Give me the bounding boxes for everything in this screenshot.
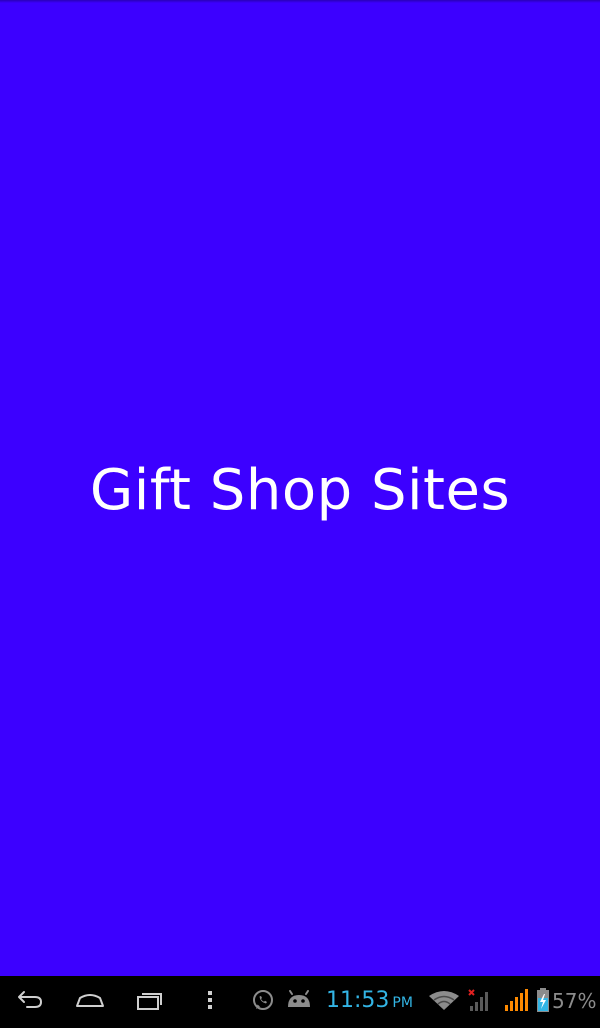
menu-button[interactable] bbox=[186, 976, 234, 1024]
app-screen: Gift Shop Sites bbox=[0, 0, 600, 976]
clock-ampm: PM bbox=[392, 995, 413, 1011]
signal-sim2 bbox=[502, 976, 530, 1024]
android-notification[interactable] bbox=[284, 976, 314, 1024]
whatsapp-icon bbox=[253, 990, 273, 1010]
signal-full-icon bbox=[505, 989, 528, 1011]
back-icon bbox=[18, 991, 42, 1008]
splash-title: Gift Shop Sites bbox=[89, 458, 511, 523]
signal-sim1 bbox=[466, 976, 494, 1024]
home-icon bbox=[76, 994, 104, 1007]
system-bar: 11:53 PM 57% bbox=[0, 976, 600, 1024]
android-debug-icon bbox=[288, 990, 310, 1007]
battery-status bbox=[534, 976, 552, 1024]
signal-no-service-icon bbox=[468, 989, 488, 1011]
recent-apps-icon bbox=[137, 993, 162, 1010]
recent-apps-button[interactable] bbox=[126, 976, 174, 1024]
whatsapp-notification[interactable] bbox=[250, 976, 276, 1024]
home-button[interactable] bbox=[66, 976, 114, 1024]
menu-overflow-icon bbox=[208, 991, 212, 1009]
status-shadow bbox=[0, 0, 600, 3]
battery-percent: 57% bbox=[552, 989, 597, 1013]
back-button[interactable] bbox=[6, 976, 54, 1024]
battery-charging-icon bbox=[537, 988, 549, 1012]
wifi-icon bbox=[429, 991, 459, 1010]
clock[interactable]: 11:53 PM bbox=[326, 976, 413, 1024]
clock-time: 11:53 bbox=[326, 988, 390, 1013]
wifi-status bbox=[428, 976, 460, 1024]
